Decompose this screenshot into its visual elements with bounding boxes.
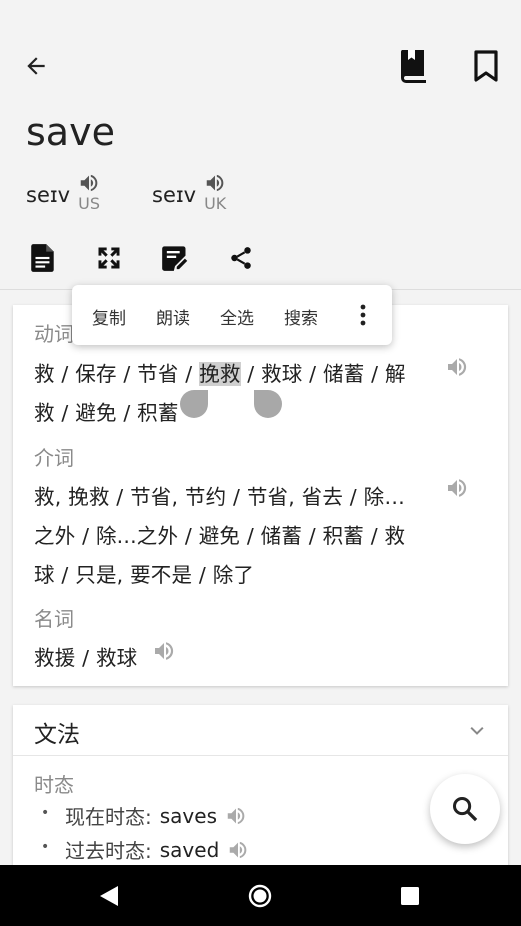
wordbook-button[interactable] xyxy=(394,44,434,88)
document-button[interactable] xyxy=(25,240,61,276)
pos-noun: 名词 xyxy=(34,607,74,631)
play-verb-button[interactable] xyxy=(445,355,469,383)
more-menu-button[interactable] xyxy=(352,303,374,327)
back-button[interactable] xyxy=(18,48,54,84)
grammar-header[interactable]: 文法 xyxy=(13,705,508,756)
speaker-icon xyxy=(80,174,98,192)
bookmark-icon xyxy=(474,50,498,82)
copy-menu-item[interactable]: 复制 xyxy=(92,304,126,329)
selection-handle-right[interactable] xyxy=(254,390,282,418)
tense-past: 过去时态: saved xyxy=(65,835,249,864)
speaker-icon xyxy=(448,358,467,376)
tense-value: saved xyxy=(159,837,220,862)
chevron-down-icon xyxy=(470,726,484,735)
tense-label: 现在时态: xyxy=(65,805,152,829)
nav-home-icon[interactable] xyxy=(248,884,272,908)
ipa-uk: seɪv xyxy=(152,183,197,207)
speaker-icon xyxy=(155,642,174,660)
play-us-button[interactable]: US xyxy=(78,172,100,213)
speaker-icon xyxy=(448,479,467,497)
system-nav-bar xyxy=(0,865,521,926)
text-selection-menu: 复制 朗读 全选 搜索 xyxy=(72,285,392,345)
pos-preposition: 介词 xyxy=(34,446,74,470)
region-us: US xyxy=(78,194,101,213)
verb-definition-line1[interactable]: 救 / 保存 / 节省 / 挽救 / 救球 / 储蓄 / 解 xyxy=(34,355,439,394)
play-prep-button[interactable] xyxy=(445,476,469,504)
tense-label: 过去时态: xyxy=(65,839,152,863)
prep-definition-line1[interactable]: 救, 挽救 / 节省, 节约 / 节省, 省去 / 除… xyxy=(34,478,439,517)
tense-value: saves xyxy=(159,803,217,828)
document-icon xyxy=(31,244,54,272)
nav-recents-icon[interactable] xyxy=(400,886,420,906)
grammar-title: 文法 xyxy=(34,722,80,748)
selection-handle-left[interactable] xyxy=(180,390,208,418)
pos-verb: 动词 xyxy=(34,322,74,346)
fullscreen-button[interactable] xyxy=(91,240,127,276)
select-all-menu-item[interactable]: 全选 xyxy=(220,304,254,329)
note-edit-icon xyxy=(162,246,188,271)
pron-uk: seɪv UK xyxy=(152,172,226,222)
more-vert-icon xyxy=(360,304,366,326)
bullet: • xyxy=(41,839,50,855)
bookmark-button[interactable] xyxy=(466,46,506,86)
read-aloud-menu-item[interactable]: 朗读 xyxy=(156,304,190,329)
speaker-icon xyxy=(206,174,224,192)
note-edit-button[interactable] xyxy=(157,240,193,276)
prep-definition-line3[interactable]: 球 / 只是, 要不是 / 除了 xyxy=(34,556,439,595)
prep-definition-line2[interactable]: 之外 / 除...之外 / 避免 / 储蓄 / 积蓄 / 救 xyxy=(34,517,439,556)
book-icon xyxy=(400,50,426,83)
share-button[interactable] xyxy=(223,240,259,276)
speaker-icon[interactable] xyxy=(227,839,249,861)
region-uk: UK xyxy=(204,194,227,213)
search-menu-item[interactable]: 搜索 xyxy=(284,304,318,329)
search-icon xyxy=(452,796,478,822)
bullet: • xyxy=(41,805,50,821)
ipa-us: seɪv xyxy=(26,183,71,207)
selected-text[interactable]: 挽救 xyxy=(199,362,241,386)
grammar-card: 文法 时态 • 现在时态: saves • 过去时态: saved xyxy=(13,705,508,875)
nav-back-icon[interactable] xyxy=(98,884,120,908)
arrow-left-icon xyxy=(27,57,45,75)
app-bar: save seɪv US seɪv UK xyxy=(0,0,521,290)
verb-def-text: 救 / 保存 / 节省 / xyxy=(34,362,200,386)
play-noun-button[interactable] xyxy=(152,639,176,667)
verb-definition-line2[interactable]: 救 / 避免 / 积蓄 xyxy=(34,394,439,433)
search-fab[interactable] xyxy=(430,774,500,844)
verb-def-text: / 救球 / 储蓄 / 解 xyxy=(240,362,406,386)
speaker-icon[interactable] xyxy=(225,805,247,827)
noun-definition-line1[interactable]: 救援 / 救球 xyxy=(34,639,137,678)
share-icon xyxy=(231,247,251,269)
definitions-card: 动词 救 / 保存 / 节省 / 挽救 / 救球 / 储蓄 / 解 救 / 避免… xyxy=(13,305,508,686)
play-uk-button[interactable]: UK xyxy=(204,172,226,213)
noun-def-text: 救援 / 救球 xyxy=(34,646,138,670)
pron-us: seɪv US xyxy=(26,172,100,222)
grammar-section-title: 时态 xyxy=(34,773,74,797)
tense-present: 现在时态: saves xyxy=(65,801,247,830)
fullscreen-icon xyxy=(98,247,120,269)
headword: save xyxy=(26,110,115,154)
